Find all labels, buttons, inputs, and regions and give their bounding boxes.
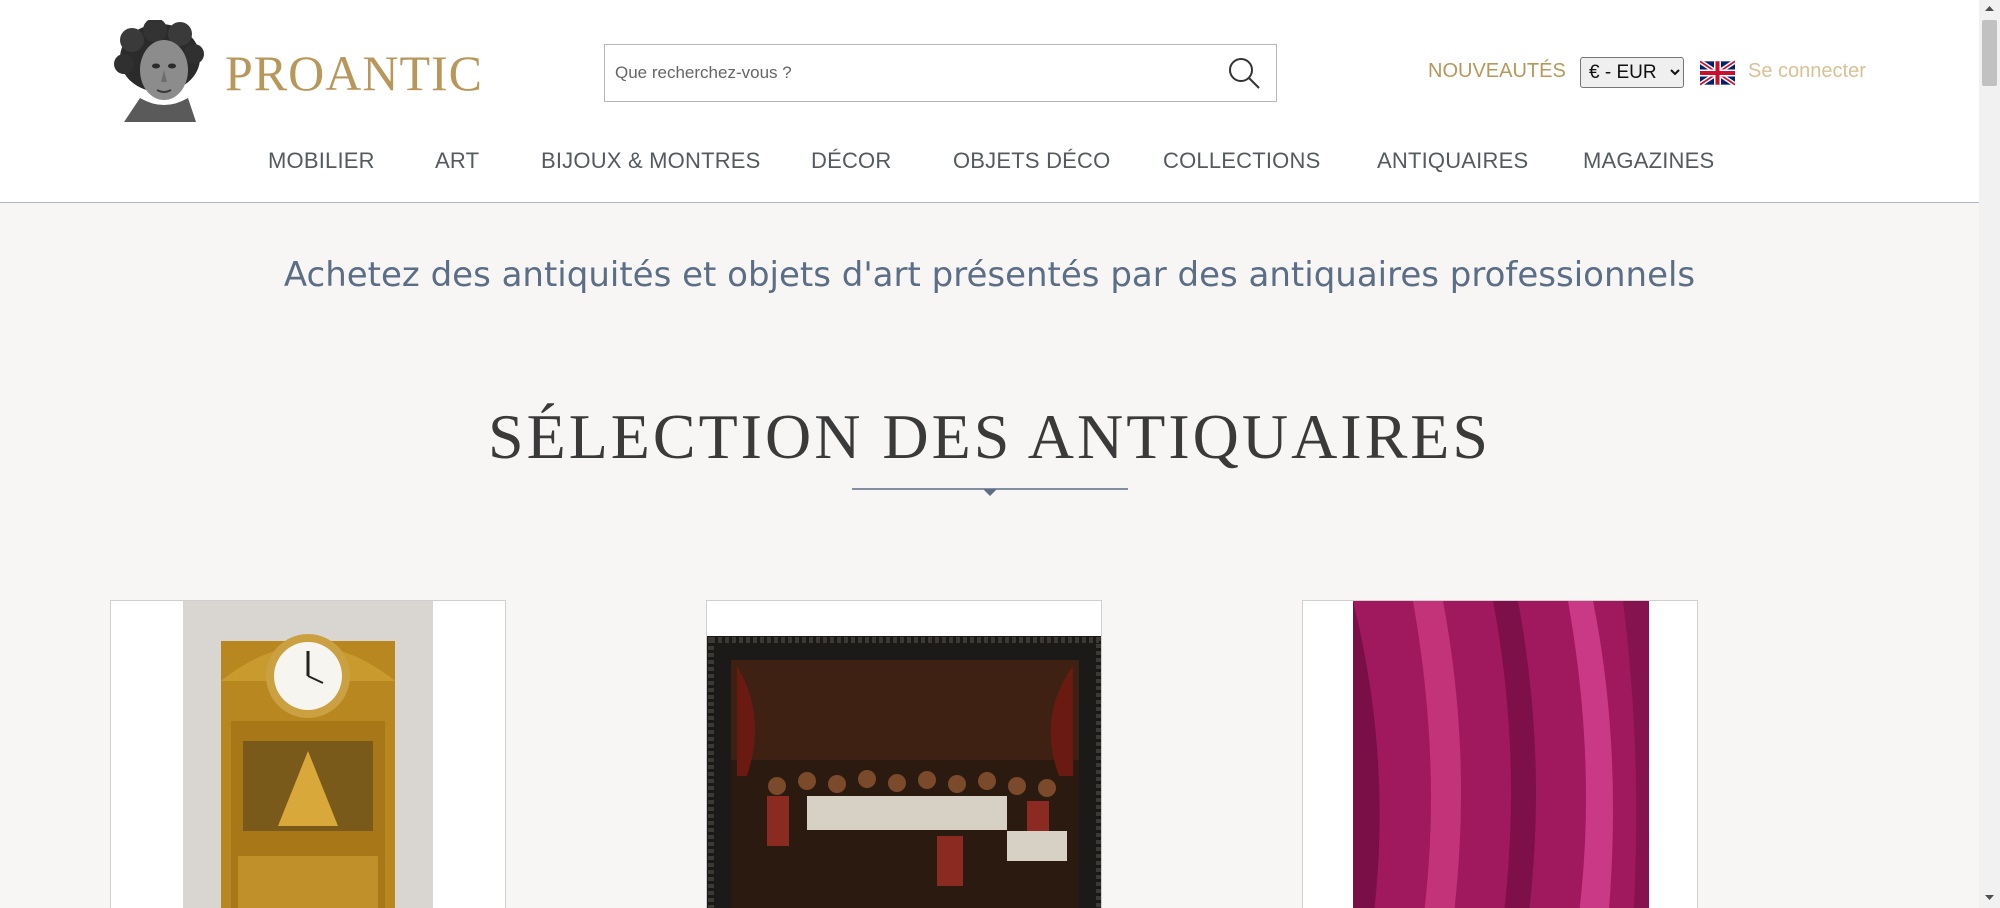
product-card-velvet[interactable] (1302, 600, 1698, 908)
bust-logo-icon[interactable] (110, 20, 210, 122)
scroll-thumb[interactable] (1982, 20, 1997, 86)
site-header: PROANTIC NOUVEAUTÉS € - EUR Se connecter… (0, 0, 1979, 203)
nouveautes-link[interactable]: NOUVEAUTÉS (1428, 60, 1566, 83)
brand-name[interactable]: PROANTIC (225, 44, 483, 102)
nav-item-objets-deco[interactable]: OBJETS DÉCO (953, 148, 1110, 174)
search-box (604, 44, 1277, 102)
nav-item-antiquaires[interactable]: ANTIQUAIRES (1377, 148, 1528, 174)
scroll-down-icon[interactable] (1985, 893, 1994, 902)
nav-item-art[interactable]: ART (435, 148, 479, 174)
tagline: Achetez des antiquités et objets d'art p… (283, 255, 1696, 295)
product-card-clock[interactable] (110, 600, 506, 908)
velvet-image[interactable] (1353, 601, 1649, 908)
currency-select[interactable]: € - EUR (1580, 57, 1684, 88)
section-title: SÉLECTION DES ANTIQUAIRES (488, 401, 1491, 472)
nav-item-decor[interactable]: DÉCOR (811, 148, 891, 174)
search-input[interactable] (615, 45, 1195, 101)
page-scrollbar[interactable] (1979, 0, 2000, 908)
clock-image[interactable] (183, 601, 433, 908)
nav-item-bijoux-montres[interactable]: BIJOUX & MONTRES (541, 148, 761, 174)
product-card-painting[interactable] (706, 600, 1102, 908)
uk-flag-icon[interactable] (1700, 60, 1735, 86)
login-link[interactable]: Se connecter (1748, 60, 1866, 83)
nav-item-magazines[interactable]: MAGAZINES (1583, 148, 1714, 174)
main-nav: MOBILIER ART BIJOUX & MONTRES DÉCOR OBJE… (0, 148, 1979, 182)
painting-image[interactable] (707, 636, 1102, 908)
scroll-up-icon[interactable] (1985, 4, 1994, 13)
search-icon[interactable] (1226, 55, 1262, 91)
nav-item-collections[interactable]: COLLECTIONS (1163, 148, 1320, 174)
title-divider (852, 488, 1128, 496)
nav-item-mobilier[interactable]: MOBILIER (268, 148, 375, 174)
